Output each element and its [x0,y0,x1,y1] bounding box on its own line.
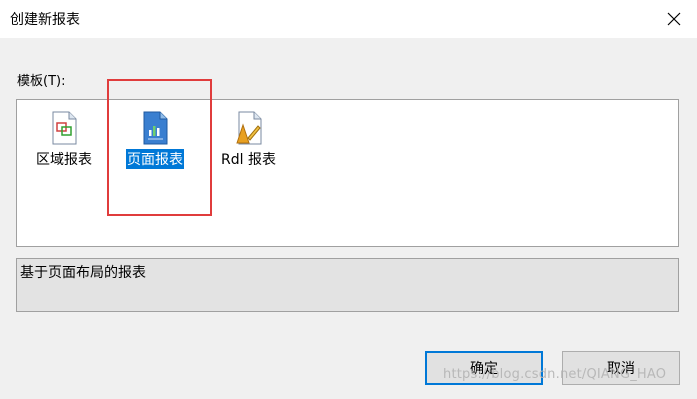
template-label: 区域报表 [36,152,92,168]
description-box: 基于页面布局的报表 [16,258,679,312]
cancel-button[interactable]: 取消 [562,351,680,385]
area-report-icon [52,111,77,145]
templates-label: 模板(T): [17,74,66,89]
description-text: 基于页面布局的报表 [20,265,146,281]
template-item-rdl-report[interactable]: Rdl 报表 [220,111,277,169]
ok-button-label: 确定 [470,361,498,377]
template-label: Rdl 报表 [221,152,276,168]
rdl-report-icon [236,111,262,145]
close-icon [667,12,681,26]
cancel-button-label: 取消 [607,361,635,377]
template-label: 页面报表 [125,148,185,170]
page-report-icon [143,111,168,145]
ok-button[interactable]: 确定 [425,351,543,385]
template-item-area-report[interactable]: 区域报表 [35,111,93,169]
template-item-page-report[interactable]: 页面报表 [125,111,185,170]
close-button[interactable] [659,4,689,34]
window-title: 创建新报表 [10,12,80,28]
templates-list[interactable]: 区域报表 页面报表 Rdl 报表 [16,99,679,247]
title-bar: 创建新报表 [0,0,697,38]
